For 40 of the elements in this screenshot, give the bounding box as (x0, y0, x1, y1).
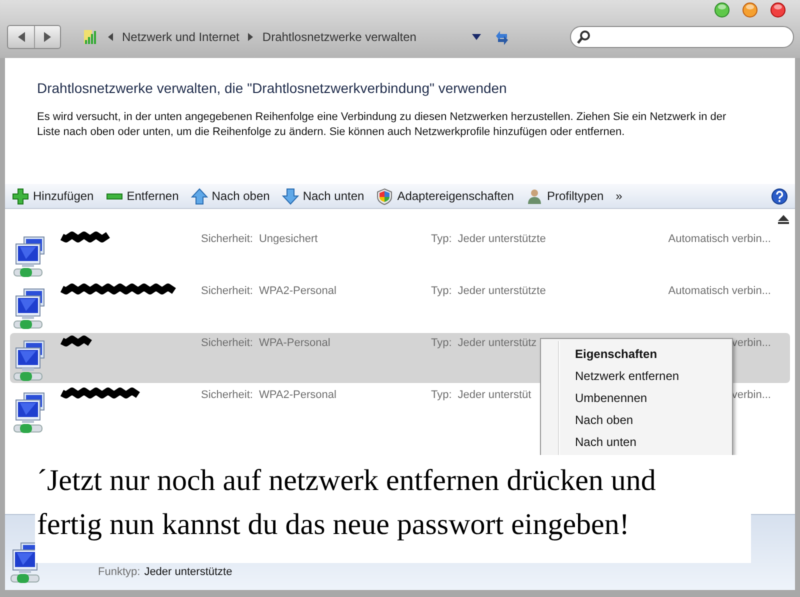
security-label: Sicherheit: (201, 389, 253, 401)
type-value: Jeder unterstützte (458, 233, 546, 245)
security-label: Sicherheit: (201, 233, 253, 245)
type-label: Typ: (431, 389, 452, 401)
breadcrumb-link[interactable]: Drahtlosnetzwerke verwalten (262, 30, 416, 44)
security-value: WPA2-Personal (258, 389, 336, 401)
toolbar-button[interactable]: Profiltypen (524, 188, 605, 204)
type-label: Typ: (431, 233, 452, 245)
menu-item[interactable]: Eigenschaften (541, 343, 732, 365)
connection-mode: verbin... (732, 337, 771, 349)
toolbar-button[interactable]: Entfernen (104, 188, 180, 204)
connection-mode: Automatisch verbin... (668, 285, 771, 297)
type-label: Typ: (431, 285, 452, 297)
toolbar-button[interactable]: Nach oben (190, 188, 271, 204)
type-value: Jeder unterstüt (458, 389, 532, 401)
menu-item[interactable]: Netzwerk entfernen (541, 365, 732, 387)
security-label: Sicherheit: (201, 337, 253, 349)
security-value: WPA-Personal (258, 337, 330, 349)
menu-item[interactable]: Nach unten (541, 431, 732, 453)
security-label: Sicherheit: (201, 285, 253, 297)
menu-item[interactable]: Umbenennen (541, 387, 732, 409)
connection-mode: Automatisch verbin... (668, 233, 771, 245)
type-value: Jeder unterstütz (458, 337, 537, 349)
detail-label: Funktyp: (98, 566, 140, 578)
page-heading: Drahtlosnetzwerke verwalten, die "Drahtlosnetzwerkverbindung" verwenden (37, 80, 508, 96)
annotation-text: ´Jetzt nur noch auf netzwerk entfernen drücken und (37, 463, 657, 499)
security-value: WPA2-Personal (258, 285, 336, 297)
type-value: Jeder unterstützte (458, 285, 546, 297)
type-label: Typ: (431, 337, 452, 349)
security-value: Ungesichert (258, 233, 318, 245)
toolbar-button[interactable]: Nach unten (280, 188, 366, 204)
toolbar-button[interactable]: Hinzufügen (11, 188, 95, 204)
annotation-text: fertig nun kannst du das neue passwort eingeben! (37, 507, 630, 543)
detail-value: Jeder unterstützte (144, 566, 232, 578)
description-text: Es wird versucht, in der unten angegebenen Reihenfolge eine Verbindung zu diesen Netzwerken herzustellen. Ziehen Sie ein Netzwerk in der Liste nach oben oder unten, um die Reihenfolge zu ändern. Sie können auch Netzwerkprofile hinzufügen oder entfernen. (37, 110, 728, 140)
connection-mode: verbin... (732, 389, 771, 401)
more-button[interactable]: » (614, 189, 624, 203)
breadcrumb-link[interactable]: Netzwerk und Internet (122, 30, 240, 44)
toolbar-button[interactable]: Adaptereigenschaften (375, 188, 515, 204)
menu-item[interactable]: Nach oben (541, 409, 732, 431)
